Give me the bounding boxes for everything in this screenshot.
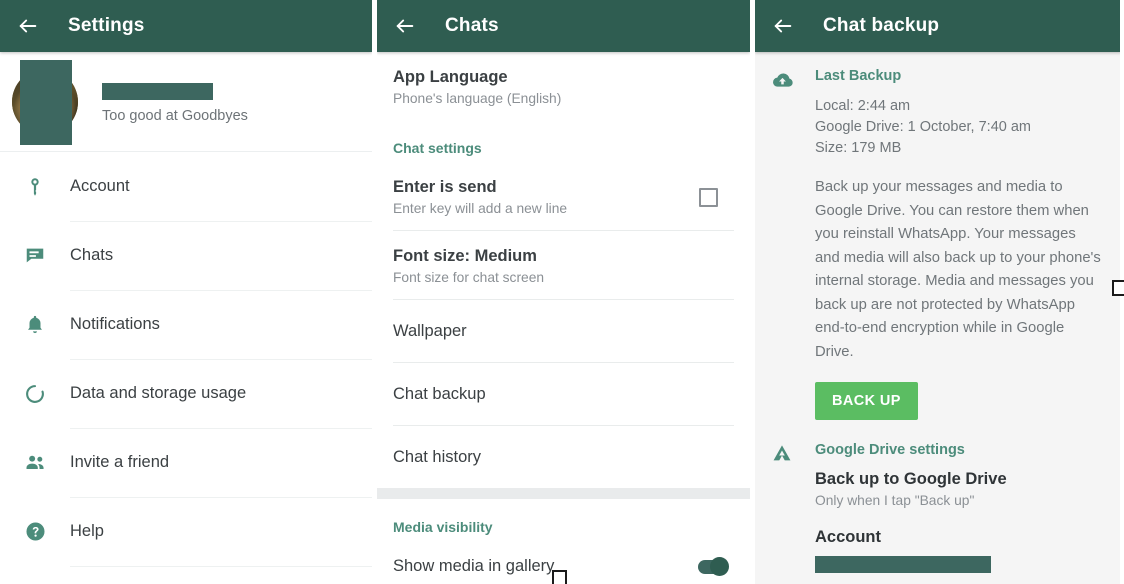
people-icon bbox=[22, 450, 48, 476]
bell-icon bbox=[22, 312, 48, 338]
font-size-title: Font size: Medium bbox=[393, 247, 537, 265]
chats-title: Chats bbox=[445, 15, 499, 36]
row-chat-history[interactable]: Chat history bbox=[393, 426, 734, 488]
backup-body: Last Backup Local: 2:44 am Google Drive:… bbox=[755, 52, 1122, 584]
sidebar-item-data-and-storage-usage[interactable]: Data and storage usage bbox=[0, 359, 372, 428]
settings-list: Account Chats Notifications Data and sto… bbox=[0, 152, 372, 567]
drive-settings-content: Google Drive settings Back up to Google … bbox=[815, 442, 1106, 584]
cloud-upload-icon bbox=[769, 68, 795, 94]
sidebar-item-label: Notifications bbox=[70, 315, 160, 333]
drive-settings-section-title: Google Drive settings bbox=[815, 442, 965, 458]
google-drive-icon bbox=[769, 442, 795, 468]
last-backup-section: Last Backup Local: 2:44 am Google Drive:… bbox=[755, 52, 1122, 420]
chat-bubble-icon bbox=[22, 243, 48, 269]
key-icon bbox=[22, 174, 48, 200]
chat-backup-title: Chat backup bbox=[393, 385, 486, 403]
back-arrow-icon[interactable] bbox=[769, 12, 797, 40]
avatar-redaction-overlay bbox=[20, 59, 72, 145]
enter-is-send-title: Enter is send bbox=[393, 178, 497, 196]
cursor-artifact bbox=[1112, 280, 1124, 296]
app-language-subtitle: Phone's language (English) bbox=[393, 91, 562, 106]
sidebar-item-label: Help bbox=[70, 522, 104, 540]
back-arrow-icon[interactable] bbox=[14, 12, 42, 40]
sidebar-item-help[interactable]: Help bbox=[0, 497, 372, 566]
enter-is-send-subtitle: Enter key will add a new line bbox=[393, 201, 568, 216]
chat-history-title: Chat history bbox=[393, 448, 482, 466]
media-visibility-section-label: Media visibility bbox=[393, 519, 493, 535]
sidebar-item-account[interactable]: Account bbox=[0, 152, 372, 221]
last-backup-content: Last Backup Local: 2:44 am Google Drive:… bbox=[815, 68, 1106, 420]
last-backup-google-drive: Google Drive: 1 October, 7:40 am bbox=[815, 119, 1031, 135]
account-title: Account bbox=[815, 528, 881, 546]
sidebar-item-chats[interactable]: Chats bbox=[0, 221, 372, 290]
profile-name-redaction bbox=[102, 83, 213, 100]
list-bottom-divider bbox=[70, 566, 372, 567]
row-wallpaper[interactable]: Wallpaper bbox=[393, 300, 734, 362]
settings-appbar: Settings bbox=[0, 0, 372, 52]
sidebar-item-label: Invite a friend bbox=[70, 453, 170, 471]
cursor-artifact bbox=[552, 570, 567, 584]
font-size-subtitle: Font size for chat screen bbox=[393, 270, 545, 285]
section-separator bbox=[377, 488, 750, 499]
show-media-title: Show media in gallery bbox=[393, 557, 555, 575]
last-backup-meta: Local: 2:44 am Google Drive: 1 October, … bbox=[815, 96, 1106, 159]
back-arrow-icon[interactable] bbox=[391, 12, 419, 40]
row-back-up-to-google-drive[interactable]: Back up to Google Drive Only when I tap … bbox=[815, 470, 1106, 508]
account-value-redaction bbox=[815, 556, 991, 573]
row-enter-is-send[interactable]: Enter is send Enter key will add a new l… bbox=[393, 162, 734, 230]
chat-settings-section-label: Chat settings bbox=[393, 140, 482, 156]
wallpaper-title: Wallpaper bbox=[393, 322, 467, 340]
avatar[interactable] bbox=[12, 59, 78, 145]
enter-is-send-text: Enter is send Enter key will add a new l… bbox=[393, 178, 567, 216]
last-backup-size: Size: 179 MB bbox=[815, 140, 902, 156]
backup-title: Chat backup bbox=[823, 15, 940, 36]
sidebar-item-notifications[interactable]: Notifications bbox=[0, 290, 372, 359]
back-up-to-drive-title: Back up to Google Drive bbox=[815, 470, 1007, 488]
settings-panel: Settings Too good at Goodbyes Account Ch… bbox=[0, 0, 372, 584]
sidebar-item-invite-a-friend[interactable]: Invite a friend bbox=[0, 428, 372, 497]
profile-text: Too good at Goodbyes bbox=[102, 79, 248, 124]
back-up-to-drive-subtitle: Only when I tap "Back up" bbox=[815, 493, 975, 508]
profile-row[interactable]: Too good at Goodbyes bbox=[0, 52, 372, 152]
chats-appbar: Chats bbox=[377, 0, 750, 52]
chats-panel: Chats App Language Phone's language (Eng… bbox=[377, 0, 750, 584]
profile-status: Too good at Goodbyes bbox=[102, 108, 248, 124]
row-font-size[interactable]: Font size: Medium Font size for chat scr… bbox=[393, 231, 734, 299]
enter-is-send-checkbox[interactable] bbox=[699, 187, 718, 207]
row-chat-backup[interactable]: Chat backup bbox=[393, 363, 734, 425]
sidebar-item-label: Data and storage usage bbox=[70, 384, 247, 402]
sidebar-item-label: Account bbox=[70, 177, 130, 195]
app-language-title: App Language bbox=[393, 68, 508, 86]
last-backup-description: Back up your messages and media to Googl… bbox=[815, 179, 1101, 360]
screenshot-stage: Settings Too good at Goodbyes Account Ch… bbox=[0, 0, 1124, 584]
settings-title: Settings bbox=[68, 15, 145, 36]
sidebar-item-label: Chats bbox=[70, 246, 114, 264]
chats-settings-list: App Language Phone's language (English) … bbox=[377, 52, 750, 488]
last-backup-section-title: Last Backup bbox=[815, 68, 902, 84]
row-account[interactable]: Account bbox=[815, 528, 1106, 573]
row-app-language[interactable]: App Language Phone's language (English) bbox=[393, 52, 734, 120]
last-backup-local: Local: 2:44 am bbox=[815, 98, 911, 114]
show-media-toggle[interactable] bbox=[698, 556, 729, 576]
chat-backup-panel: Chat backup Last Backup Local: 2:44 am G… bbox=[755, 0, 1122, 584]
help-circle-icon bbox=[22, 519, 48, 545]
back-up-button[interactable]: BACK UP bbox=[815, 382, 918, 420]
data-usage-icon bbox=[22, 381, 48, 407]
google-drive-settings-section: Google Drive settings Back up to Google … bbox=[755, 420, 1122, 584]
backup-appbar: Chat backup bbox=[755, 0, 1122, 52]
